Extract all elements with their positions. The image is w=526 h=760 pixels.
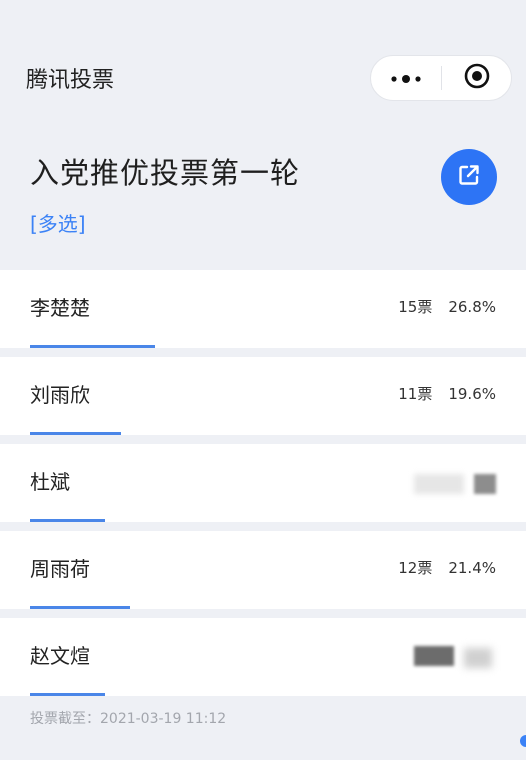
candidate-row-1[interactable]: 李楚楚 15票 26.8% <box>0 270 526 348</box>
share-external-icon <box>456 162 482 192</box>
candidate-name: 李楚楚 <box>30 296 90 320</box>
deadline-text: 投票截至：2021-03-19 11:12 <box>30 711 227 727</box>
top-bar: 腾讯投票 <box>0 0 526 122</box>
share-button[interactable] <box>441 149 497 205</box>
more-button[interactable] <box>371 56 441 100</box>
vote-count: 15票 <box>398 298 433 316</box>
miniprogram-capsule <box>370 55 512 101</box>
vote-progress-bar <box>30 519 105 522</box>
floating-dot <box>520 735 526 747</box>
candidate-row-3[interactable]: 杜斌 <box>0 444 526 522</box>
poll-type-label: [多选] <box>30 212 86 236</box>
vote-stats: 15票 26.8% <box>398 296 496 317</box>
vote-percent: 26.8% <box>448 298 496 316</box>
redacted-stats <box>414 644 498 672</box>
vote-count: 11票 <box>398 385 433 403</box>
redacted-stats <box>414 470 498 498</box>
vote-count: 12票 <box>398 559 433 577</box>
vote-progress-bar <box>30 345 155 348</box>
app-title: 腾讯投票 <box>26 68 115 93</box>
vote-stats: 12票 21.4% <box>398 557 496 578</box>
candidate-name: 周雨荷 <box>30 557 90 581</box>
vote-progress-bar <box>30 693 105 696</box>
more-dots-icon <box>389 69 423 88</box>
target-close-icon <box>464 63 490 93</box>
candidate-row-4[interactable]: 周雨荷 12票 21.4% <box>0 531 526 609</box>
vote-progress-bar <box>30 432 121 435</box>
vote-stats: 11票 19.6% <box>398 383 496 404</box>
candidate-name: 杜斌 <box>30 470 70 494</box>
vote-progress-bar <box>30 606 130 609</box>
poll-title: 入党推优投票第一轮 <box>30 156 301 190</box>
vote-percent: 19.6% <box>448 385 496 403</box>
candidate-name: 赵文煊 <box>30 644 90 668</box>
candidate-name: 刘雨欣 <box>30 383 90 407</box>
candidate-row-5[interactable]: 赵文煊 <box>0 618 526 696</box>
close-button[interactable] <box>442 56 512 100</box>
vote-percent: 21.4% <box>448 559 496 577</box>
candidate-row-2[interactable]: 刘雨欣 11票 19.6% <box>0 357 526 435</box>
